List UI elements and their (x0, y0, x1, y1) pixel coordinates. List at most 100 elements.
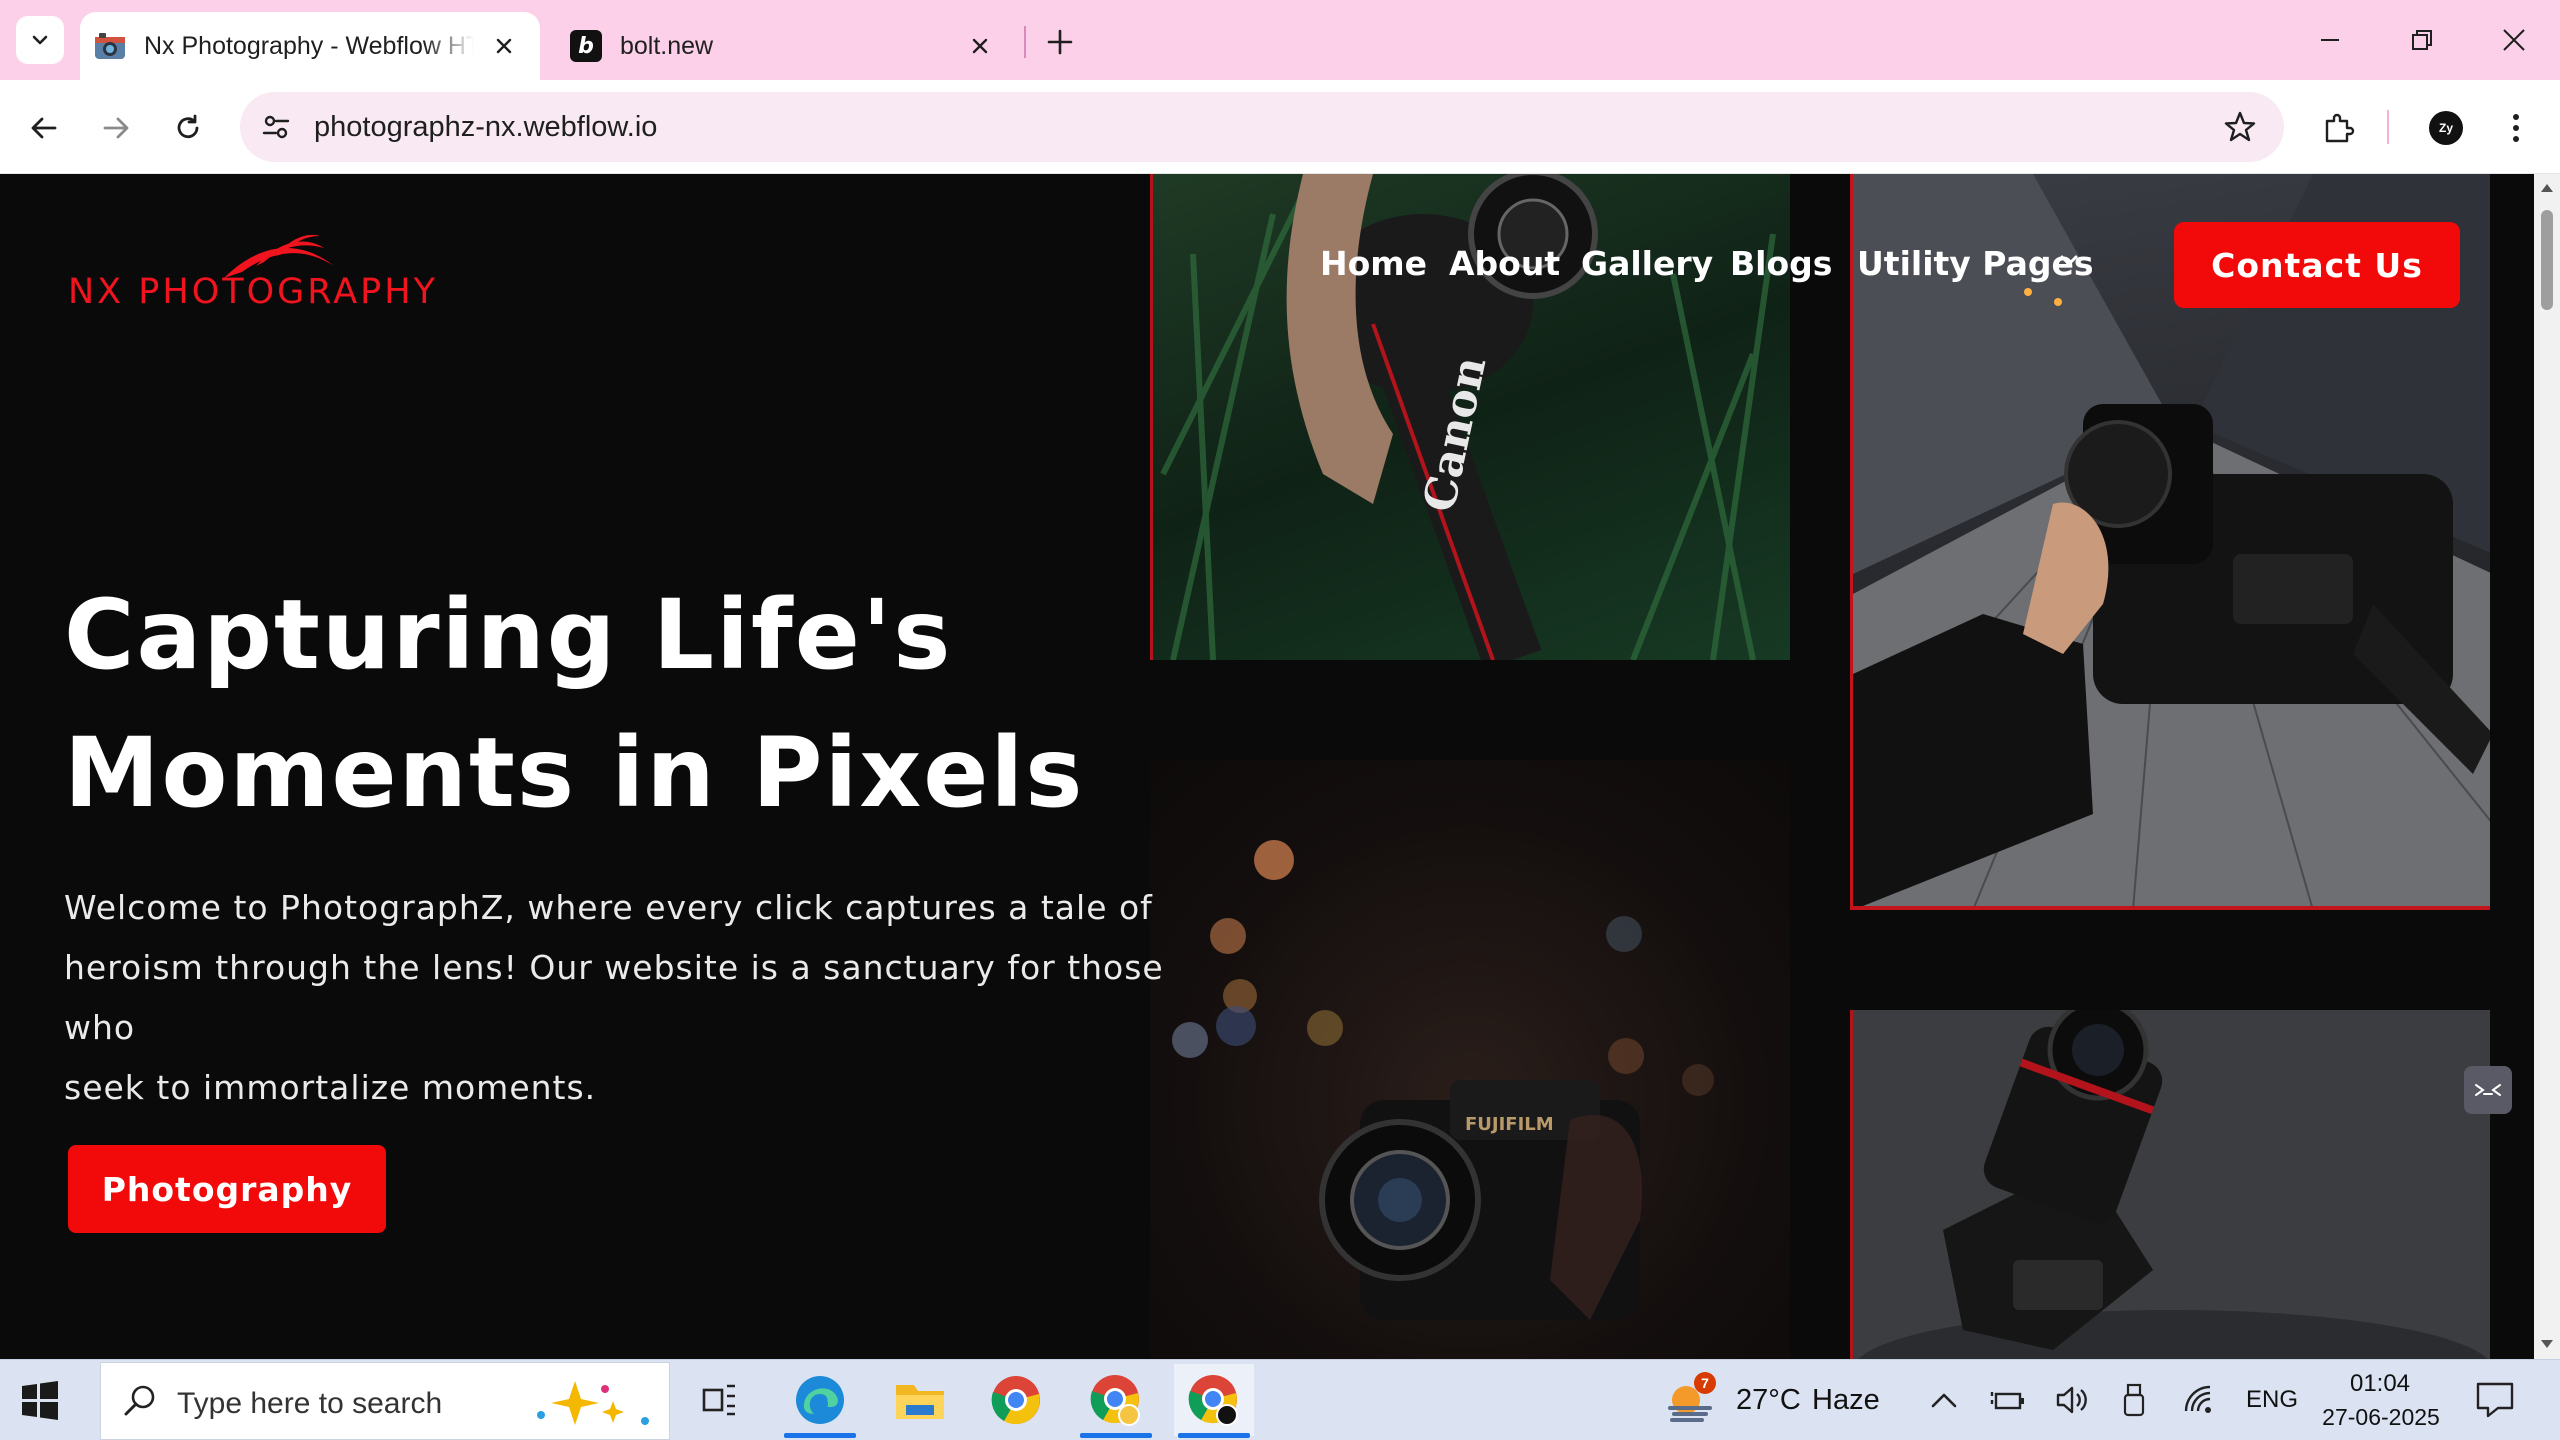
scroll-down-arrow[interactable] (2541, 1340, 2553, 1348)
tab-bolt-new[interactable]: b bolt.new (556, 12, 1016, 80)
reload-button[interactable] (166, 106, 210, 150)
nav-blogs[interactable]: Blogs (1730, 244, 1832, 283)
close-icon (496, 38, 512, 54)
close-tab-button[interactable] (964, 30, 996, 62)
hero-title-line-1: Capturing Life's (64, 579, 953, 691)
chrome-icon (991, 1376, 1040, 1425)
search-placeholder: Type here to search (177, 1387, 443, 1420)
star-icon (2224, 111, 2256, 142)
site-logo[interactable]: NX PHOTOGRAPHY (66, 226, 446, 316)
weather-badge: 7 (1694, 1372, 1716, 1394)
chevron-up-icon (1931, 1393, 1957, 1408)
bookmark-button[interactable] (2220, 107, 2260, 147)
new-tab-icon (1047, 29, 1073, 55)
back-icon (31, 117, 57, 139)
window-close-button[interactable] (2492, 20, 2536, 60)
chrome-icon (1090, 1375, 1140, 1426)
task-view-button[interactable] (680, 1364, 760, 1436)
hero-desc-line-1: Welcome to PhotographZ, where every clic… (64, 888, 1153, 927)
hero-title: Capturing Life's Moments in Pixels (64, 566, 1164, 842)
reload-icon (177, 114, 199, 139)
forward-button[interactable] (94, 106, 138, 150)
tab-title: bolt.new (620, 31, 714, 60)
page-scrollbar[interactable] (2534, 174, 2560, 1359)
chevron-down-icon[interactable] (2060, 254, 2078, 268)
tab-search-button[interactable] (16, 16, 64, 64)
tab-nx-photography[interactable]: Nx Photography - Webflow HTML (80, 12, 540, 80)
collapse-arrows-icon (2475, 1084, 2501, 1096)
dev-tool-toggle[interactable] (2464, 1066, 2512, 1114)
photography-button[interactable]: Photography (68, 1145, 386, 1233)
file-explorer-icon (896, 1385, 944, 1419)
windows-start-icon[interactable] (20, 1380, 60, 1420)
tab-title: Nx Photography - Webflow HTML (144, 31, 474, 60)
usb-icon (2123, 1383, 2145, 1417)
copilot-icon[interactable] (525, 1371, 655, 1435)
extensions-button[interactable] (2314, 104, 2362, 152)
hero-description: Welcome to PhotographZ, where every clic… (64, 878, 1204, 1118)
taskbar-file-explorer[interactable] (880, 1364, 960, 1436)
taskbar-edge[interactable] (780, 1364, 860, 1438)
toolbar-divider (2387, 110, 2389, 144)
address-bar[interactable]: photographz-nx.webflow.io (240, 92, 2284, 162)
restore-button[interactable] (2400, 20, 2444, 60)
minimize-icon (2321, 39, 2339, 41)
battery-button[interactable] (1988, 1380, 2028, 1420)
site-info-button[interactable] (258, 109, 294, 145)
hero-title-line-2: Moments in Pixels (64, 717, 1085, 829)
close-icon (972, 38, 988, 54)
extensions-icon (2325, 113, 2355, 143)
chevron-down-icon (32, 35, 48, 45)
nav-utility-pages[interactable]: Utility Pages (1857, 244, 2094, 283)
volume-icon (2056, 1386, 2087, 1414)
close-tab-button[interactable] (488, 30, 520, 62)
taskbar-search-box[interactable]: Type here to search (100, 1362, 670, 1440)
clock-time[interactable]: 01:04 (2330, 1370, 2430, 1398)
battery-icon (1990, 1392, 2024, 1410)
scroll-up-arrow[interactable] (2541, 184, 2553, 192)
hero-desc-line-3: seek to immortalize moments. (64, 1068, 597, 1107)
back-button[interactable] (22, 106, 66, 150)
profile-button[interactable]: Zy (2422, 104, 2470, 152)
wifi-button[interactable] (2180, 1380, 2220, 1420)
usb-button[interactable] (2114, 1380, 2154, 1420)
nav-gallery[interactable]: Gallery (1581, 244, 1713, 283)
browser-toolbar: photographz-nx.webflow.io Zy (0, 80, 2560, 174)
volume-button[interactable] (2052, 1380, 2092, 1420)
hero-desc-line-2: heroism through the lens! Our website is… (64, 948, 1164, 1047)
fujifilm-text: FUJIFILM (1465, 1114, 1554, 1135)
show-hidden-icons-button[interactable] (1924, 1380, 1964, 1420)
clock-date[interactable]: 27-06-2025 (2316, 1404, 2446, 1431)
taskbar-chrome-profile[interactable] (1076, 1364, 1156, 1438)
contact-us-button[interactable]: Contact Us (2174, 222, 2460, 308)
hero-photo-fujifilm: FUJIFILM (1150, 760, 1790, 1359)
scroll-thumb[interactable] (2541, 210, 2553, 310)
url-text[interactable]: photographz-nx.webflow.io (314, 111, 657, 144)
browser-menu-button[interactable] (2492, 104, 2540, 152)
input-language[interactable]: ENG (2246, 1386, 2298, 1414)
menu-icon (2513, 114, 2519, 142)
nav-about[interactable]: About (1449, 244, 1560, 283)
chrome-icon (1188, 1375, 1238, 1426)
webpage-viewport: Canon FUJIFILM NX PHOTOGRAPHY Home About… (0, 174, 2534, 1359)
camera-favicon (94, 30, 126, 62)
hero-photo-dslr (1850, 1010, 2490, 1359)
taskbar-chrome-active[interactable] (1174, 1364, 1254, 1438)
task-view-icon (702, 1384, 735, 1416)
new-tab-button[interactable] (1040, 22, 1080, 62)
taskbar-chrome[interactable] (976, 1364, 1056, 1436)
window-close-icon (2503, 29, 2525, 51)
bolt-favicon: b (570, 30, 602, 62)
temperature[interactable]: 27°C (1736, 1384, 1801, 1417)
weather-condition[interactable]: Haze (1812, 1384, 1880, 1417)
wifi-icon (2184, 1385, 2211, 1413)
avatar: Zy (2429, 111, 2463, 145)
browser-tab-strip: Nx Photography - Webflow HTML b bolt.new (0, 0, 2560, 80)
tab-separator (1024, 26, 1026, 58)
edge-icon (796, 1376, 844, 1424)
nav-home[interactable]: Home (1320, 244, 1427, 283)
notification-icon[interactable] (2474, 1380, 2516, 1420)
minimize-button[interactable] (2308, 20, 2352, 60)
forward-icon (103, 117, 129, 139)
windows-taskbar: Type here to search 7 27°C Haze ENG 01:0… (0, 1359, 2560, 1440)
